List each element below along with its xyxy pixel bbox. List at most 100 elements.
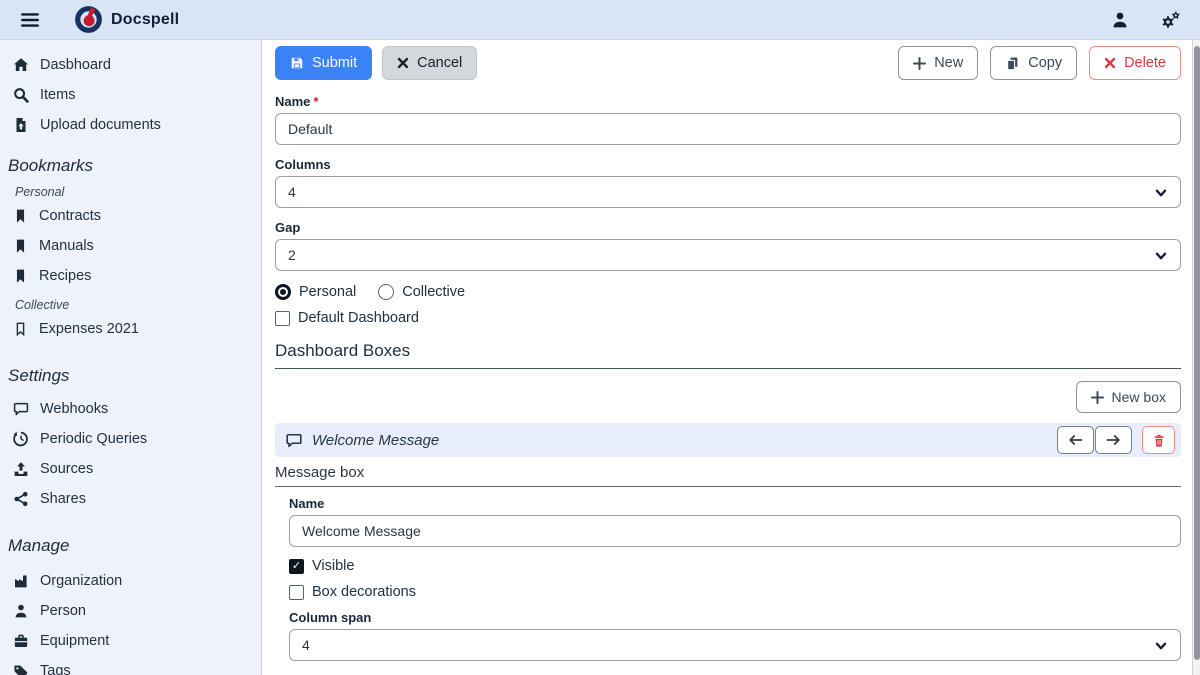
sidebar-item-manuals[interactable]: Manuals bbox=[0, 231, 261, 261]
sidebar-item-sources[interactable]: Sources bbox=[0, 454, 261, 484]
sidebar-item-periodic-queries[interactable]: Periodic Queries bbox=[0, 424, 261, 454]
default-dashboard-label: Default Dashboard bbox=[298, 310, 419, 326]
delete-label: Delete bbox=[1124, 55, 1166, 71]
sidebar-item-upload-documents[interactable]: Upload documents bbox=[0, 110, 261, 140]
menu-toggle-button[interactable] bbox=[11, 6, 49, 34]
delete-box-button[interactable] bbox=[1142, 426, 1175, 454]
radio-control bbox=[378, 284, 394, 300]
required-mark: * bbox=[313, 94, 318, 109]
sidebar-item-label: Person bbox=[40, 603, 86, 619]
message-icon bbox=[285, 432, 303, 449]
main-content: Submit Cancel New Copy bbox=[263, 40, 1192, 675]
columns-select-value: 4 bbox=[288, 184, 296, 200]
sidebar-item-label: Upload documents bbox=[40, 117, 161, 133]
checkbox-control: ✓ bbox=[289, 585, 304, 600]
gap-select[interactable]: 2 bbox=[275, 239, 1181, 271]
sidebar-item-webhooks[interactable]: Webhooks bbox=[0, 394, 261, 424]
scrollbar-thumb[interactable] bbox=[1194, 46, 1200, 660]
sidebar-section-settings: Settings bbox=[0, 364, 261, 388]
move-box-right-button[interactable] bbox=[1095, 426, 1132, 454]
cancel-button[interactable]: Cancel bbox=[382, 46, 477, 80]
share-icon bbox=[13, 491, 29, 507]
scrollbar-track[interactable] bbox=[1192, 40, 1200, 675]
personal-radio[interactable]: Personal bbox=[275, 284, 356, 300]
sidebar-item-label: Periodic Queries bbox=[40, 431, 147, 447]
column-span-select[interactable]: 4 bbox=[289, 629, 1181, 661]
sidebar-item-label: Manuals bbox=[39, 238, 94, 254]
settings-menu-button[interactable] bbox=[1154, 5, 1186, 35]
visible-checkbox[interactable]: ✓ Visible bbox=[289, 558, 354, 574]
bookmark-solid-icon bbox=[13, 268, 28, 284]
box-body: Name ✓ Visible ✓ Box decorations Column … bbox=[275, 496, 1181, 661]
collective-radio-label: Collective bbox=[402, 284, 465, 300]
bookmark-solid-icon bbox=[13, 208, 28, 224]
sidebar-section-manage: Manage bbox=[0, 534, 261, 558]
box-decorations-checkbox[interactable]: ✓ Box decorations bbox=[289, 584, 416, 600]
history-icon bbox=[13, 431, 29, 447]
sidebar-item-label: Expenses 2021 bbox=[39, 321, 139, 337]
cancel-label: Cancel bbox=[417, 55, 462, 71]
move-box-left-button[interactable] bbox=[1057, 426, 1094, 454]
box-name-input[interactable] bbox=[289, 515, 1181, 547]
sidebar-item-label: Shares bbox=[40, 491, 86, 507]
topbar: Docspell bbox=[0, 0, 1200, 40]
delete-button[interactable]: Delete bbox=[1089, 46, 1181, 80]
bookmark-outline-icon bbox=[13, 321, 28, 337]
sidebar: Dasbhoard Items Upload documents Bookmar… bbox=[0, 40, 262, 675]
sidebar-section-bookmarks: Bookmarks bbox=[0, 154, 261, 178]
person-icon bbox=[13, 603, 29, 619]
name-input[interactable] bbox=[275, 113, 1181, 145]
hamburger-icon bbox=[20, 12, 40, 28]
default-dashboard-row: ✓ Default Dashboard bbox=[275, 309, 1181, 327]
search-icon bbox=[13, 87, 29, 103]
copy-button[interactable]: Copy bbox=[990, 46, 1077, 80]
box-kind-label: Message box bbox=[275, 463, 1181, 487]
collective-radio[interactable]: Collective bbox=[378, 284, 465, 300]
sidebar-item-label: Recipes bbox=[39, 268, 91, 284]
sidebar-item-label: Equipment bbox=[40, 633, 109, 649]
submit-label: Submit bbox=[312, 55, 357, 71]
plus-icon bbox=[1091, 391, 1104, 404]
home-icon bbox=[13, 57, 29, 73]
submit-button[interactable]: Submit bbox=[275, 46, 372, 80]
x-icon bbox=[1104, 57, 1116, 69]
sidebar-item-organization[interactable]: Organization bbox=[0, 566, 261, 596]
sidebar-item-label: Organization bbox=[40, 573, 122, 589]
factory-icon bbox=[13, 573, 29, 589]
arrow-right-icon bbox=[1106, 434, 1121, 446]
tags-icon bbox=[13, 663, 29, 675]
box-name-label: Name bbox=[289, 496, 1181, 511]
sidebar-item-tags[interactable]: Tags bbox=[0, 656, 261, 675]
chevron-down-icon bbox=[1154, 639, 1168, 653]
docspell-logo-icon bbox=[75, 6, 102, 33]
app-logo[interactable]: Docspell bbox=[75, 6, 179, 33]
sidebar-item-expenses-2021[interactable]: Expenses 2021 bbox=[0, 314, 261, 344]
sidebar-item-equipment[interactable]: Equipment bbox=[0, 626, 261, 656]
default-dashboard-checkbox[interactable]: ✓ Default Dashboard bbox=[275, 310, 419, 326]
columns-select[interactable]: 4 bbox=[275, 176, 1181, 208]
upload-icon bbox=[13, 461, 29, 477]
dashboard-boxes-heading: Dashboard Boxes bbox=[275, 339, 1181, 369]
sidebar-item-shares[interactable]: Shares bbox=[0, 484, 261, 514]
sidebar-item-label: Tags bbox=[40, 663, 71, 675]
personal-radio-label: Personal bbox=[299, 284, 356, 300]
sidebar-subsection-personal: Personal bbox=[0, 183, 261, 201]
box-actions bbox=[1057, 426, 1175, 454]
sidebar-item-contracts[interactable]: Contracts bbox=[0, 201, 261, 231]
chevron-down-icon bbox=[1154, 186, 1168, 200]
copy-icon bbox=[1005, 56, 1020, 71]
visible-row: ✓ Visible bbox=[289, 557, 1181, 575]
form-toolbar: Submit Cancel New Copy bbox=[275, 46, 1181, 80]
user-menu-button[interactable] bbox=[1104, 5, 1136, 35]
gap-select-value: 2 bbox=[288, 247, 296, 263]
sidebar-item-dashboard[interactable]: Dasbhoard bbox=[0, 50, 261, 80]
sidebar-item-items[interactable]: Items bbox=[0, 80, 261, 110]
new-button[interactable]: New bbox=[898, 46, 978, 80]
sidebar-item-person[interactable]: Person bbox=[0, 596, 261, 626]
save-icon bbox=[290, 56, 304, 70]
columns-label: Columns bbox=[275, 157, 1181, 172]
file-upload-icon bbox=[13, 117, 29, 133]
copy-label: Copy bbox=[1028, 55, 1062, 71]
sidebar-item-recipes[interactable]: Recipes bbox=[0, 261, 261, 291]
new-box-button[interactable]: New box bbox=[1076, 381, 1181, 413]
